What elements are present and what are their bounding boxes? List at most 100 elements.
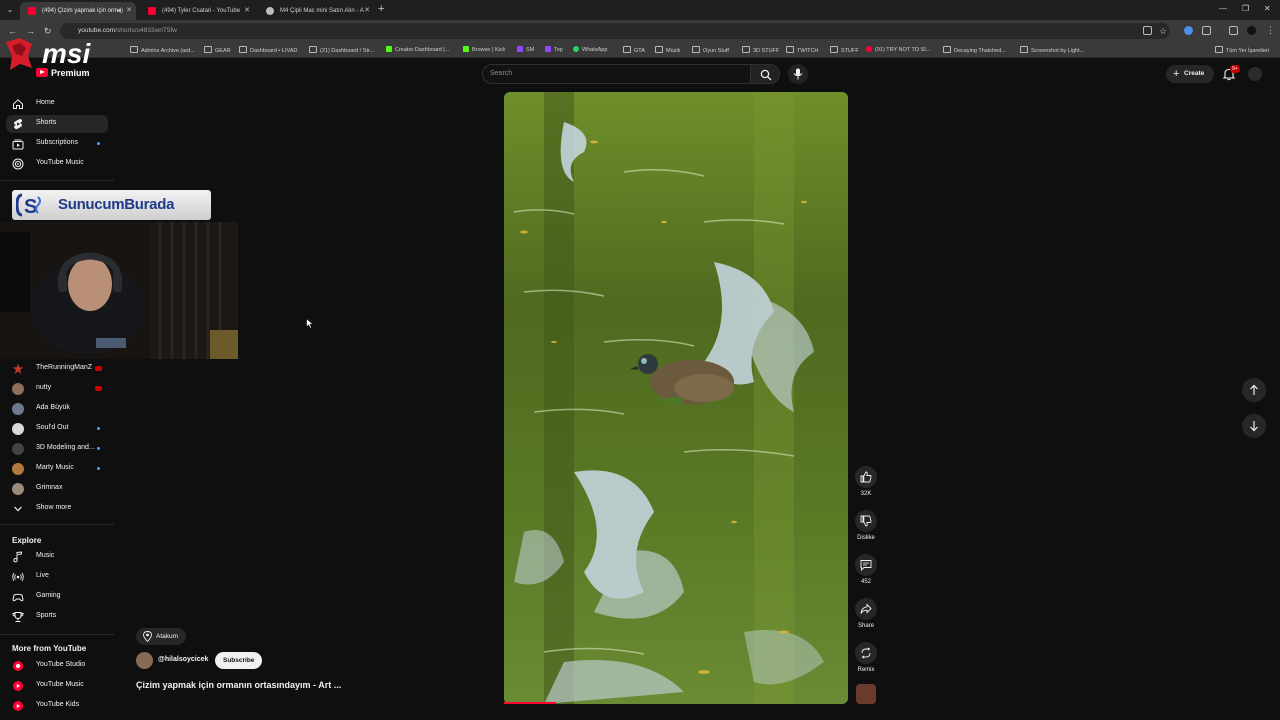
bookmark[interactable]: Müzik [655,46,680,54]
sidebar-item-label: Shorts [36,119,57,126]
search-icon [760,69,772,81]
install-app-icon[interactable] [1143,26,1152,35]
close-tab-icon[interactable]: ✕ [364,2,370,20]
sidebar-item-youtube-kids[interactable]: YouTube Kids [6,697,108,715]
star-icon[interactable]: ☆ [1159,26,1167,37]
sidebar-subscription-item[interactable]: nutty [6,380,108,398]
comments-button[interactable] [855,554,877,576]
mouse-cursor-icon [306,318,314,329]
sidebar-item-label: Sports [36,612,57,619]
sidebar-subscription-item[interactable]: Marty Music [6,460,108,478]
sidebar-subscription-item[interactable]: 3D Modeling and... [6,440,108,458]
minimize-icon[interactable]: — [1219,4,1227,13]
show-more-button[interactable]: Show more [6,500,108,518]
channel-avatar [12,443,24,455]
sound-thumbnail[interactable] [856,684,876,704]
bookmark[interactable]: GTA [623,46,645,54]
speaker-icon[interactable]: ◀) [116,2,123,20]
window-close-icon[interactable]: ✕ [1264,4,1271,13]
browser-tab[interactable]: M4 Çipli Mac mini Satın Alın - A ✕ [258,2,374,20]
bookmark[interactable]: 3D STUFF [742,46,779,54]
bookmark[interactable]: Top [545,46,563,53]
extensions-puzzle-icon[interactable] [1202,26,1211,35]
remix-button[interactable] [855,642,877,664]
create-button[interactable]: + Create [1166,65,1214,83]
sidebar-item-live[interactable]: Live [6,568,108,586]
more-from-youtube-heading: More from YouTube [12,644,87,653]
shorts-video-player[interactable] [504,92,848,704]
share-action[interactable]: Share [852,598,880,629]
sidebar-item-label: nutty [36,384,52,391]
bookmark[interactable]: Creator Dashboard |... [386,46,449,53]
bookmark[interactable]: (91) TRY NOT TO SI... [866,46,930,53]
live-icon [12,572,24,582]
browser-tab-active[interactable]: (494) Çizim yapmak için orm ◀) ✕ [20,2,136,20]
sidebar-item-gaming[interactable]: Gaming [6,588,108,606]
sidebar-icon[interactable] [1229,26,1238,35]
bookmark[interactable]: GEAR [204,46,231,54]
comments-action[interactable]: 452 [852,554,880,585]
location-chip[interactable]: Atakum [136,628,187,645]
bookmark[interactable]: Screenshot by Light... [1020,46,1084,54]
bookmark[interactable]: (21) Dashboard / Str... [309,46,374,54]
video-progress-bar[interactable] [504,702,556,704]
sidebar-subscription-item[interactable]: TheRunningManZ [6,360,108,378]
sidebar-item-label: Marty Music [36,464,74,471]
new-content-dot [97,447,100,450]
sidebar-item-home[interactable]: Home [6,95,108,113]
all-bookmarks[interactable]: Tüm Yer İşaretleri [1215,46,1269,54]
sidebar-item-shorts[interactable]: Shorts [6,115,108,133]
subscribe-button[interactable]: Subscribe [215,652,263,669]
channel-avatar[interactable] [136,652,153,669]
close-tab-icon[interactable]: ✕ [126,2,132,20]
search-button[interactable] [750,64,780,84]
bookmark[interactable]: Browse | Kick [463,46,505,53]
extension-icon[interactable] [1184,26,1193,35]
short-title[interactable]: Çizim yapmak için ormanın ortasındayım -… [136,680,341,690]
sidebar-subscription-item[interactable]: Grimnax [6,480,108,498]
browser-tab[interactable]: (494) Tyler Csatari - YouTube ✕ [140,2,254,20]
bookmark[interactable]: Oyun Stuff [692,46,729,54]
account-avatar[interactable] [1248,67,1262,81]
youtube-studio-icon [13,661,23,671]
url-text[interactable]: youtube.com/shorts/o4833wnT5fw [78,27,177,34]
sidebar-item-youtube-music[interactable]: YouTube Music [6,155,108,173]
youtube-premium-logo[interactable]: Premium [36,68,90,78]
bookmark[interactable]: SM [517,46,534,53]
sidebar-item-label: YouTube Studio [36,661,86,668]
bookmark[interactable]: WhatsApp [573,46,607,53]
like-count: 32K [860,491,872,497]
bookmark[interactable]: STUFF [830,46,859,54]
close-tab-icon[interactable]: ✕ [244,2,250,20]
sidebar-item-youtube-studio[interactable]: YouTube Studio [6,657,108,675]
sidebar-item-subscriptions[interactable]: Subscriptions [6,135,108,153]
sidebar-item-music[interactable]: Music [6,548,108,566]
new-tab-icon[interactable]: + [378,3,384,15]
remix-action[interactable]: Remix [852,642,880,673]
share-button[interactable] [855,598,877,620]
sidebar-subscription-item[interactable]: Soul'd Out [6,420,108,438]
voice-search-button[interactable] [788,64,808,84]
search-input[interactable] [482,64,750,84]
tab-search-icon[interactable]: ⌄ [4,4,16,16]
profile-icon[interactable] [1247,26,1256,35]
previous-short-button[interactable] [1242,378,1266,402]
channel-name[interactable]: @hilalsoycicek [158,656,208,663]
sidebar-subscription-item[interactable]: Ada Büyük [6,400,108,418]
share-icon [860,603,872,614]
maximize-icon[interactable]: ❐ [1242,4,1249,13]
like-action[interactable]: 32K [852,466,880,497]
search-placeholder: Search [490,70,513,77]
sidebar-item-sports[interactable]: Sports [6,608,108,626]
bookmark[interactable]: Dashboard • LIVAD [239,46,297,54]
sidebar-item-youtube-music-app[interactable]: YouTube Music [6,677,108,695]
menu-dots-icon[interactable]: ⋮ [1266,25,1275,36]
dislike-button[interactable] [855,510,877,532]
bookmark[interactable]: TWITCH [786,46,818,54]
like-button[interactable] [855,466,877,488]
shorts-icon [14,118,23,130]
dislike-action[interactable]: Dislike [852,510,880,541]
url-field[interactable] [60,23,1170,39]
next-short-button[interactable] [1242,414,1266,438]
bookmark[interactable]: Decaying Thatched... [943,46,1006,54]
